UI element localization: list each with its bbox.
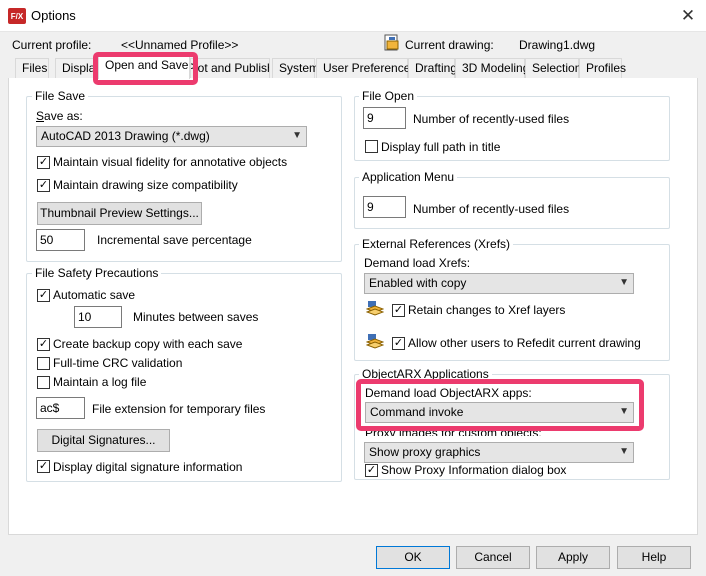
tab-3d-modeling[interactable]: 3D Modeling bbox=[455, 58, 529, 78]
incremental-save-label: Incremental save percentage bbox=[97, 233, 252, 247]
tab-system[interactable]: System bbox=[272, 58, 319, 78]
log-file-label: Maintain a log file bbox=[53, 375, 147, 389]
ok-button[interactable]: OK bbox=[376, 546, 450, 569]
maintain-size-checkbox[interactable]: ✓ bbox=[37, 179, 50, 192]
save-as-value: AutoCAD 2013 Drawing (*.dwg) bbox=[41, 129, 210, 143]
xrefs-demand-label: Demand load Xrefs: bbox=[364, 256, 471, 270]
tab-drafting[interactable]: Drafting bbox=[408, 58, 457, 78]
maintain-size-label: Maintain drawing size compatibility bbox=[53, 178, 238, 192]
automatic-save-label: Automatic save bbox=[53, 288, 136, 302]
show-proxy-info-label: Show Proxy Information dialog box bbox=[381, 463, 567, 477]
minutes-between-saves-input[interactable]: 10 bbox=[74, 306, 122, 328]
minutes-between-saves-label: Minutes between saves bbox=[133, 310, 259, 324]
digital-signatures-button[interactable]: Digital Signatures... bbox=[37, 429, 170, 452]
backup-copy-label: Create backup copy with each save bbox=[53, 337, 243, 351]
tab-plot-and-publish[interactable]: Plot and Publish bbox=[190, 58, 270, 78]
display-signature-checkbox[interactable]: ✓ bbox=[37, 460, 50, 473]
current-profile-value: <<Unnamed Profile>> bbox=[121, 38, 239, 52]
xrefs-title: External References (Xrefs) bbox=[359, 237, 514, 251]
proxy-images-select[interactable]: Show proxy graphics ▼ bbox=[364, 442, 634, 463]
allow-refedit-label: Allow other users to Refedit current dra… bbox=[408, 336, 641, 350]
maintain-fidelity-checkbox[interactable]: ✓ bbox=[37, 156, 50, 169]
incremental-save-input[interactable]: 50 bbox=[36, 229, 85, 251]
drawing-file-icon bbox=[384, 34, 400, 51]
help-button[interactable]: Help bbox=[617, 546, 691, 569]
temp-extension-input[interactable]: ac$ bbox=[36, 397, 85, 419]
file-open-recent-label: Number of recently-used files bbox=[413, 112, 570, 126]
window-title: Options bbox=[31, 8, 76, 23]
retain-changes-label: Retain changes to Xref layers bbox=[408, 303, 566, 317]
crc-validation-checkbox[interactable] bbox=[37, 357, 50, 370]
xrefs-demand-select[interactable]: Enabled with copy ▼ bbox=[364, 273, 634, 294]
xrefs-demand-value: Enabled with copy bbox=[369, 276, 467, 290]
full-path-checkbox[interactable] bbox=[365, 140, 378, 153]
tab-files[interactable]: Files bbox=[15, 58, 49, 78]
objectarx-highlight bbox=[356, 379, 644, 431]
save-as-select[interactable]: AutoCAD 2013 Drawing (*.dwg) ▼ bbox=[36, 126, 307, 147]
tab-user-preferences[interactable]: User Preferences bbox=[316, 58, 416, 78]
app-menu-recent-input[interactable]: 9 bbox=[363, 196, 406, 218]
xref-layer-icon bbox=[365, 333, 385, 351]
file-open-title: File Open bbox=[359, 89, 418, 103]
maintain-fidelity-label: Maintain visual fidelity for annotative … bbox=[53, 155, 288, 169]
backup-copy-checkbox[interactable]: ✓ bbox=[37, 338, 50, 351]
retain-changes-checkbox[interactable]: ✓ bbox=[392, 304, 405, 317]
crc-validation-label: Full-time CRC validation bbox=[53, 356, 183, 370]
application-menu-title: Application Menu bbox=[359, 170, 458, 184]
current-drawing-value: Drawing1.dwg bbox=[519, 38, 596, 52]
close-icon[interactable]: ✕ bbox=[676, 4, 700, 28]
tab-selection[interactable]: Selection bbox=[525, 58, 581, 78]
app-menu-recent-label: Number of recently-used files bbox=[413, 202, 570, 216]
chevron-down-icon: ▼ bbox=[292, 130, 302, 141]
title-bar bbox=[0, 0, 706, 32]
automatic-save-checkbox[interactable]: ✓ bbox=[37, 289, 50, 302]
chevron-down-icon: ▼ bbox=[619, 446, 629, 457]
tab-display[interactable]: Display bbox=[55, 58, 98, 78]
temp-extension-label: File extension for temporary files bbox=[92, 402, 266, 416]
save-as-label: Save as: bbox=[36, 109, 83, 123]
log-file-checkbox[interactable] bbox=[37, 376, 50, 389]
file-save-title: File Save bbox=[32, 89, 89, 103]
file-safety-title: File Safety Precautions bbox=[32, 266, 162, 280]
file-open-recent-input[interactable]: 9 bbox=[363, 107, 406, 129]
current-profile-label: Current profile: bbox=[12, 38, 92, 52]
xref-layer-icon bbox=[365, 300, 385, 318]
show-proxy-info-checkbox[interactable]: ✓ bbox=[365, 464, 378, 477]
apply-button[interactable]: Apply bbox=[536, 546, 610, 569]
allow-refedit-checkbox[interactable]: ✓ bbox=[392, 337, 405, 350]
chevron-down-icon: ▼ bbox=[619, 277, 629, 288]
proxy-images-value: Show proxy graphics bbox=[369, 445, 481, 459]
tab-highlight bbox=[93, 52, 198, 85]
cancel-button[interactable]: Cancel bbox=[456, 546, 530, 569]
display-signature-label: Display digital signature information bbox=[53, 460, 243, 474]
current-drawing-label: Current drawing: bbox=[405, 38, 494, 52]
app-icon: F/X bbox=[8, 8, 26, 24]
full-path-label: Display full path in title bbox=[381, 140, 501, 154]
thumbnail-preview-button[interactable]: Thumbnail Preview Settings... bbox=[37, 202, 202, 225]
tab-profiles[interactable]: Profiles bbox=[579, 58, 626, 78]
